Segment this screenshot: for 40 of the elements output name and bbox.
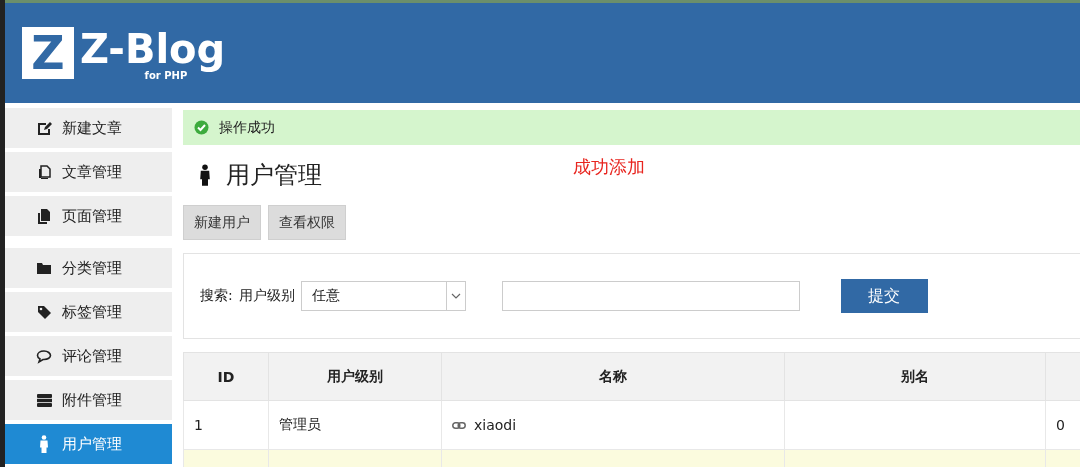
logo-mark: Z xyxy=(22,27,74,79)
person-icon xyxy=(39,435,49,453)
column-header: 名称 xyxy=(441,352,785,401)
chevron-down-icon xyxy=(450,293,461,299)
logo-subtext: for PHP xyxy=(144,69,188,81)
sidebar-item[interactable]: 评论管理 xyxy=(5,336,172,376)
search-field[interactable] xyxy=(501,281,800,311)
sidebar-item[interactable]: 用户管理 xyxy=(5,424,172,464)
sidebar-item[interactable]: 文章管理 xyxy=(5,152,172,192)
table-cell: 1 xyxy=(183,400,269,450)
documents-icon xyxy=(37,208,51,224)
folder-icon xyxy=(37,262,51,274)
sidebar-item[interactable]: 附件管理 xyxy=(5,380,172,420)
tag-icon xyxy=(36,304,52,320)
notice-text: 操作成功 xyxy=(219,118,275,137)
check-circle-icon xyxy=(194,120,209,135)
storage-icon xyxy=(36,393,52,407)
toolbar-button[interactable]: 新建用户 xyxy=(183,205,261,240)
column-header: 别名 xyxy=(784,352,1046,401)
logo-text: Z-Blog xyxy=(80,27,226,70)
speech-bubble-icon xyxy=(36,348,52,364)
sidebar-item[interactable]: 页面管理 xyxy=(5,196,172,236)
annotation-text: 成功添加 xyxy=(573,155,645,179)
edit-icon xyxy=(36,120,52,136)
level-dropdown[interactable]: 任意 xyxy=(300,281,466,311)
sidebar-item[interactable]: 标签管理 xyxy=(5,292,172,332)
link-icon xyxy=(452,421,466,429)
column-header: ID xyxy=(183,352,269,401)
page-title: 用户管理 xyxy=(226,160,322,191)
column-header: 用户级别 xyxy=(268,352,442,401)
documents-icon xyxy=(37,164,51,180)
submit-button[interactable]: 提交 xyxy=(840,279,928,313)
toolbar-button[interactable]: 查看权限 xyxy=(268,205,346,240)
table-cell: 管理员 xyxy=(268,400,442,450)
person-icon xyxy=(199,164,211,186)
sidebar-item[interactable]: 新建文章 xyxy=(5,108,172,148)
search-label: 搜索: xyxy=(200,287,233,305)
sidebar-item[interactable]: 分类管理 xyxy=(5,248,172,288)
field-label: 用户级别 xyxy=(238,287,295,305)
user-name-link[interactable]: xiaodi xyxy=(474,417,517,433)
